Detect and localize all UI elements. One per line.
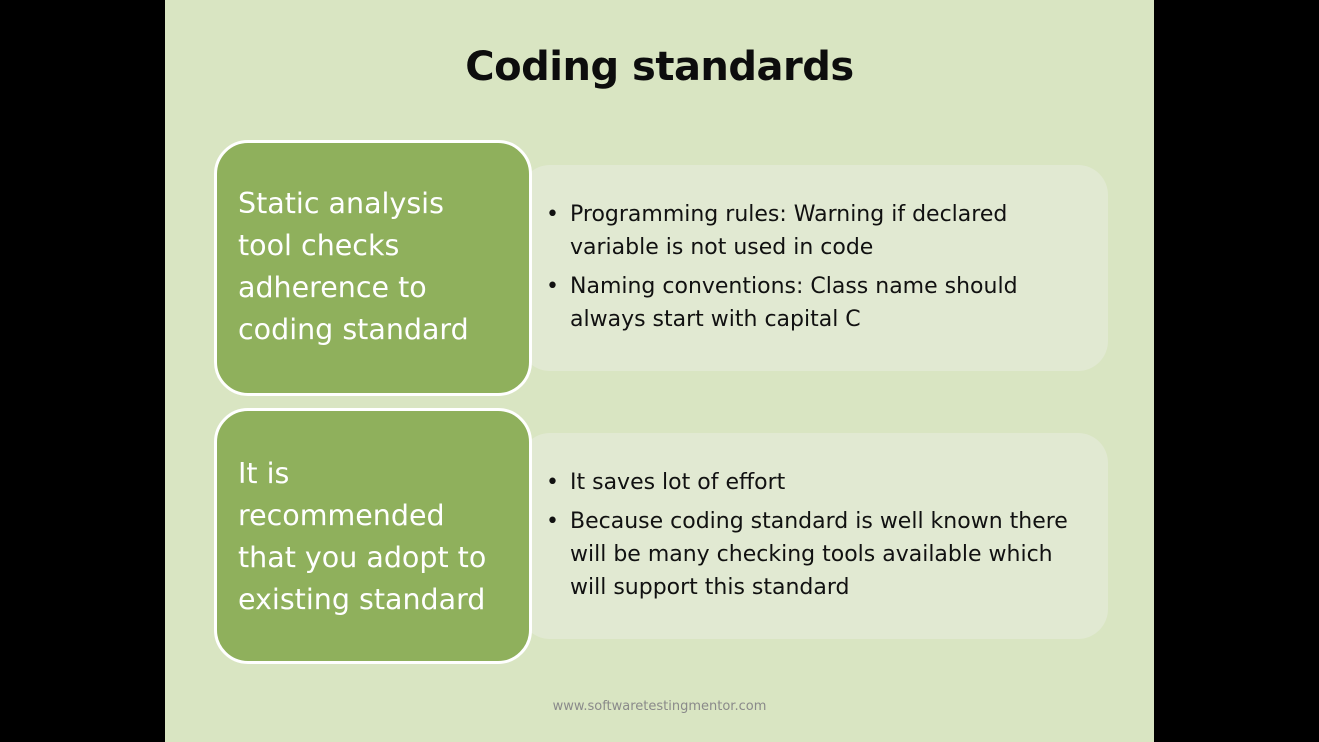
bullet-text: Naming conventions: Class name should al… (570, 274, 1018, 332)
footer-url: www.softwaretestingmentor.com (552, 699, 767, 714)
bullet-item: • Naming conventions: Class name should a… (546, 270, 1088, 336)
heading-box-2: It is recommended that you adopt to exis… (214, 408, 532, 664)
bullet-icon: • (546, 274, 559, 299)
bullet-item: • It saves lot of effort (546, 466, 1088, 499)
heading-text-1: Static analysis tool checks adherence to… (238, 187, 469, 346)
bullet-list-2: • It saves lot of effort • Because coding … (546, 466, 1088, 610)
detail-box-1: • Programming rules: Warning if declared … (520, 165, 1108, 371)
bullet-icon: • (546, 202, 559, 227)
slide: Coding standards • Programming rules: War… (165, 0, 1154, 742)
bullet-list-1: • Programming rules: Warning if declared … (546, 198, 1088, 342)
slide-title: Coding standards (465, 44, 854, 90)
bullet-item: • Programming rules: Warning if declared … (546, 198, 1088, 264)
bullet-item: • Because coding standard is well known t… (546, 505, 1088, 604)
detail-box-2: • It saves lot of effort • Because coding … (520, 433, 1108, 639)
heading-box-1: Static analysis tool checks adherence to… (214, 140, 532, 396)
bullet-icon: • (546, 470, 559, 495)
bullet-icon: • (546, 509, 559, 534)
bullet-text: Programming rules: Warning if declared v… (570, 202, 1008, 260)
heading-text-2: It is recommended that you adopt to exis… (238, 457, 487, 616)
bullet-text: Because coding standard is well known th… (570, 509, 1068, 600)
bullet-text: It saves lot of effort (570, 470, 786, 495)
